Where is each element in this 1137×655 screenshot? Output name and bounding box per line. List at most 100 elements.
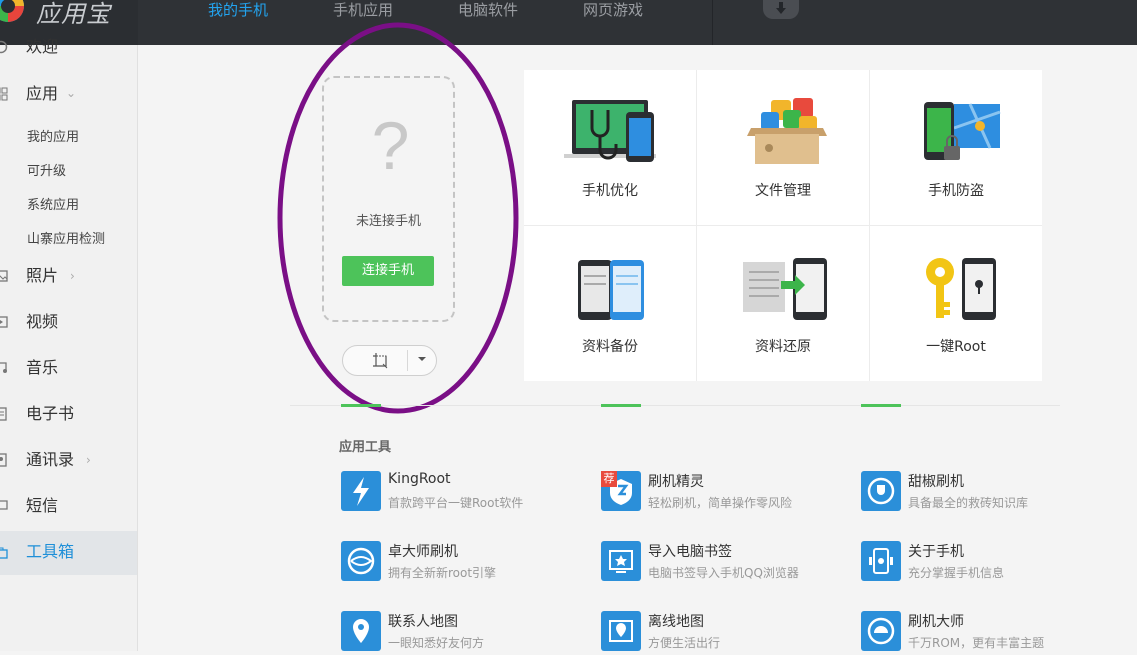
sidebar-item-sms[interactable]: 短信 bbox=[0, 487, 137, 527]
app-tool-desc: 电脑书签导入手机QQ浏览器 bbox=[648, 566, 799, 580]
app-tool-desc: 首款跨平台一键Root软件 bbox=[388, 496, 524, 510]
download-button[interactable] bbox=[763, 0, 799, 19]
app-tool-item[interactable]: 关于手机 充分掌握手机信息 bbox=[861, 541, 1101, 583]
app-tool-name: 联系人地图 bbox=[388, 614, 458, 630]
app-tool-item[interactable]: 荐 刷机精灵 轻松刷机，简单操作零风险 bbox=[601, 471, 841, 513]
split-divider bbox=[407, 350, 408, 371]
tab-phone-apps[interactable]: 手机应用 bbox=[333, 0, 393, 20]
video-icon bbox=[0, 316, 8, 328]
tab-web-games[interactable]: 网页游戏 bbox=[583, 0, 643, 20]
connect-phone-button[interactable]: 连接手机 bbox=[342, 256, 434, 286]
photo-icon bbox=[0, 270, 8, 282]
sidebar-item-toolbox[interactable]: 工具箱 bbox=[0, 531, 137, 575]
sidebar-item-label: 短信 bbox=[26, 496, 59, 515]
zhuo-master-icon bbox=[341, 541, 381, 581]
phone-optimize-icon bbox=[564, 100, 656, 162]
sidebar-item-music[interactable]: 音乐 bbox=[0, 349, 137, 389]
tool-restore[interactable]: 资料还原 bbox=[697, 226, 869, 381]
app-name: 应用宝 bbox=[36, 0, 111, 28]
sidebar-item-label: 通讯录 bbox=[26, 450, 75, 469]
sidebar-item-contacts[interactable]: 通讯录 › bbox=[0, 441, 137, 481]
tool-phone-optimize[interactable]: 手机优化 bbox=[524, 70, 696, 225]
tool-grid: 手机优化 文件管理 手机防盗 资料备份 资料还原 一键Root bbox=[524, 70, 1042, 381]
app-tool-name: 甜椒刷机 bbox=[908, 474, 964, 490]
sidebar-item-label: 电子书 bbox=[26, 404, 75, 423]
tool-label: 手机优化 bbox=[582, 183, 638, 199]
app-tool-name: 关于手机 bbox=[908, 544, 964, 560]
tool-label: 手机防盗 bbox=[928, 183, 984, 199]
kingroot-icon bbox=[341, 471, 381, 511]
app-tool-item[interactable]: 联系人地图 一眼知悉好友何方 bbox=[341, 611, 581, 653]
chevron-down-icon: ⌄ bbox=[66, 86, 77, 100]
sidebar-item-label: 工具箱 bbox=[26, 542, 75, 561]
tool-anti-theft[interactable]: 手机防盗 bbox=[870, 70, 1042, 225]
section-divider bbox=[290, 405, 1060, 406]
anti-theft-icon bbox=[924, 102, 1001, 160]
sidebar-item-label: 视频 bbox=[26, 312, 59, 331]
contact-map-icon bbox=[341, 611, 381, 651]
app-tool-name: 离线地图 bbox=[648, 614, 704, 630]
app-tool-name: 刷机精灵 bbox=[648, 474, 704, 490]
grid-icon bbox=[0, 87, 8, 101]
app-tool-desc: 千万ROM，更有丰富主题 bbox=[908, 636, 1045, 650]
tab-pc-software[interactable]: 电脑软件 bbox=[458, 0, 518, 20]
app-tool-desc: 具备最全的救砖知识库 bbox=[908, 496, 1029, 510]
tool-label: 资料还原 bbox=[755, 339, 811, 355]
scroll-indicator bbox=[861, 404, 901, 407]
chevron-right-icon: › bbox=[70, 269, 75, 283]
app-tool-name: 卓大师刷机 bbox=[388, 544, 458, 560]
offline-map-icon bbox=[601, 611, 641, 651]
app-tool-desc: 充分掌握手机信息 bbox=[908, 566, 1005, 580]
sidebar-item-label: 照片 bbox=[26, 266, 59, 285]
app-tool-desc: 拥有全新新root引擎 bbox=[388, 566, 497, 580]
sidebar-item-ebooks[interactable]: 电子书 bbox=[0, 395, 137, 435]
app-tool-item[interactable]: 刷机大师 千万ROM，更有丰富主题 bbox=[861, 611, 1101, 653]
flash-master-icon bbox=[861, 611, 901, 651]
about-phone-icon bbox=[861, 541, 901, 581]
phone-status: 未连接手机 bbox=[355, 214, 421, 229]
app-tool-desc: 一眼知悉好友何方 bbox=[388, 636, 485, 650]
top-bar: 应用宝 我的手机 手机应用 电脑软件 网页游戏 bbox=[0, 0, 1137, 45]
tool-file-manager[interactable]: 文件管理 bbox=[697, 70, 869, 225]
screenshot-button[interactable] bbox=[342, 345, 437, 376]
sidebar-item-photos[interactable]: 照片 › bbox=[0, 257, 137, 297]
sidebar-item-apps[interactable]: 应用 ⌄ bbox=[0, 75, 137, 115]
app-tool-name: 导入电脑书签 bbox=[648, 544, 732, 560]
sidebar-sub-system-apps[interactable]: 系统应用 bbox=[27, 194, 79, 213]
book-icon bbox=[0, 407, 7, 421]
toolbox-icon bbox=[0, 547, 8, 559]
sidebar-item-welcome[interactable]: 欢迎 bbox=[0, 28, 137, 68]
app-tool-item[interactable]: KingRoot 首款跨平台一键Root软件 bbox=[341, 471, 581, 513]
tool-one-key-root[interactable]: 一键Root bbox=[870, 226, 1042, 381]
tool-label: 一键Root bbox=[926, 339, 986, 355]
sidebar-item-videos[interactable]: 视频 bbox=[0, 303, 137, 343]
restore-icon bbox=[743, 258, 827, 320]
question-mark-icon: ? bbox=[371, 108, 410, 184]
sidebar-item-label: 应用 bbox=[26, 84, 59, 103]
chevron-right-icon: › bbox=[86, 453, 91, 467]
sidebar-sub-fake-app-check[interactable]: 山寨应用检测 bbox=[27, 228, 105, 247]
app-tool-desc: 轻松刷机，简单操作零风险 bbox=[648, 496, 793, 510]
sidebar-sub-my-apps[interactable]: 我的应用 bbox=[27, 126, 79, 145]
import-bookmarks-icon bbox=[601, 541, 641, 581]
screenshot-icon bbox=[373, 353, 388, 369]
pepper-flash-icon bbox=[861, 471, 901, 511]
file-manager-icon bbox=[747, 98, 827, 164]
nav-divider bbox=[712, 0, 713, 45]
dropdown-arrow-icon[interactable] bbox=[417, 354, 427, 364]
welcome-icon bbox=[0, 40, 8, 54]
app-tool-item[interactable]: 甜椒刷机 具备最全的救砖知识库 bbox=[861, 471, 1101, 513]
app-tool-item[interactable]: 卓大师刷机 拥有全新新root引擎 bbox=[341, 541, 581, 583]
backup-icon bbox=[578, 260, 644, 320]
app-tool-item[interactable]: 离线地图 方便生活出行 bbox=[601, 611, 841, 653]
tool-backup[interactable]: 资料备份 bbox=[524, 226, 696, 381]
scroll-indicator bbox=[341, 404, 381, 407]
sidebar-sub-upgradable[interactable]: 可升级 bbox=[27, 160, 66, 179]
app-tool-name: KingRoot bbox=[388, 471, 451, 487]
app-tool-item[interactable]: 导入电脑书签 电脑书签导入手机QQ浏览器 bbox=[601, 541, 841, 583]
app-tool-desc: 方便生活出行 bbox=[648, 636, 721, 650]
tool-label: 资料备份 bbox=[582, 339, 638, 355]
sidebar-item-label: 音乐 bbox=[26, 358, 59, 377]
tab-my-phone[interactable]: 我的手机 bbox=[208, 0, 268, 20]
sidebar: 欢迎 应用 ⌄ 我的应用 可升级 系统应用 山寨应用检测 照片 › 视频 音乐 … bbox=[0, 37, 138, 651]
